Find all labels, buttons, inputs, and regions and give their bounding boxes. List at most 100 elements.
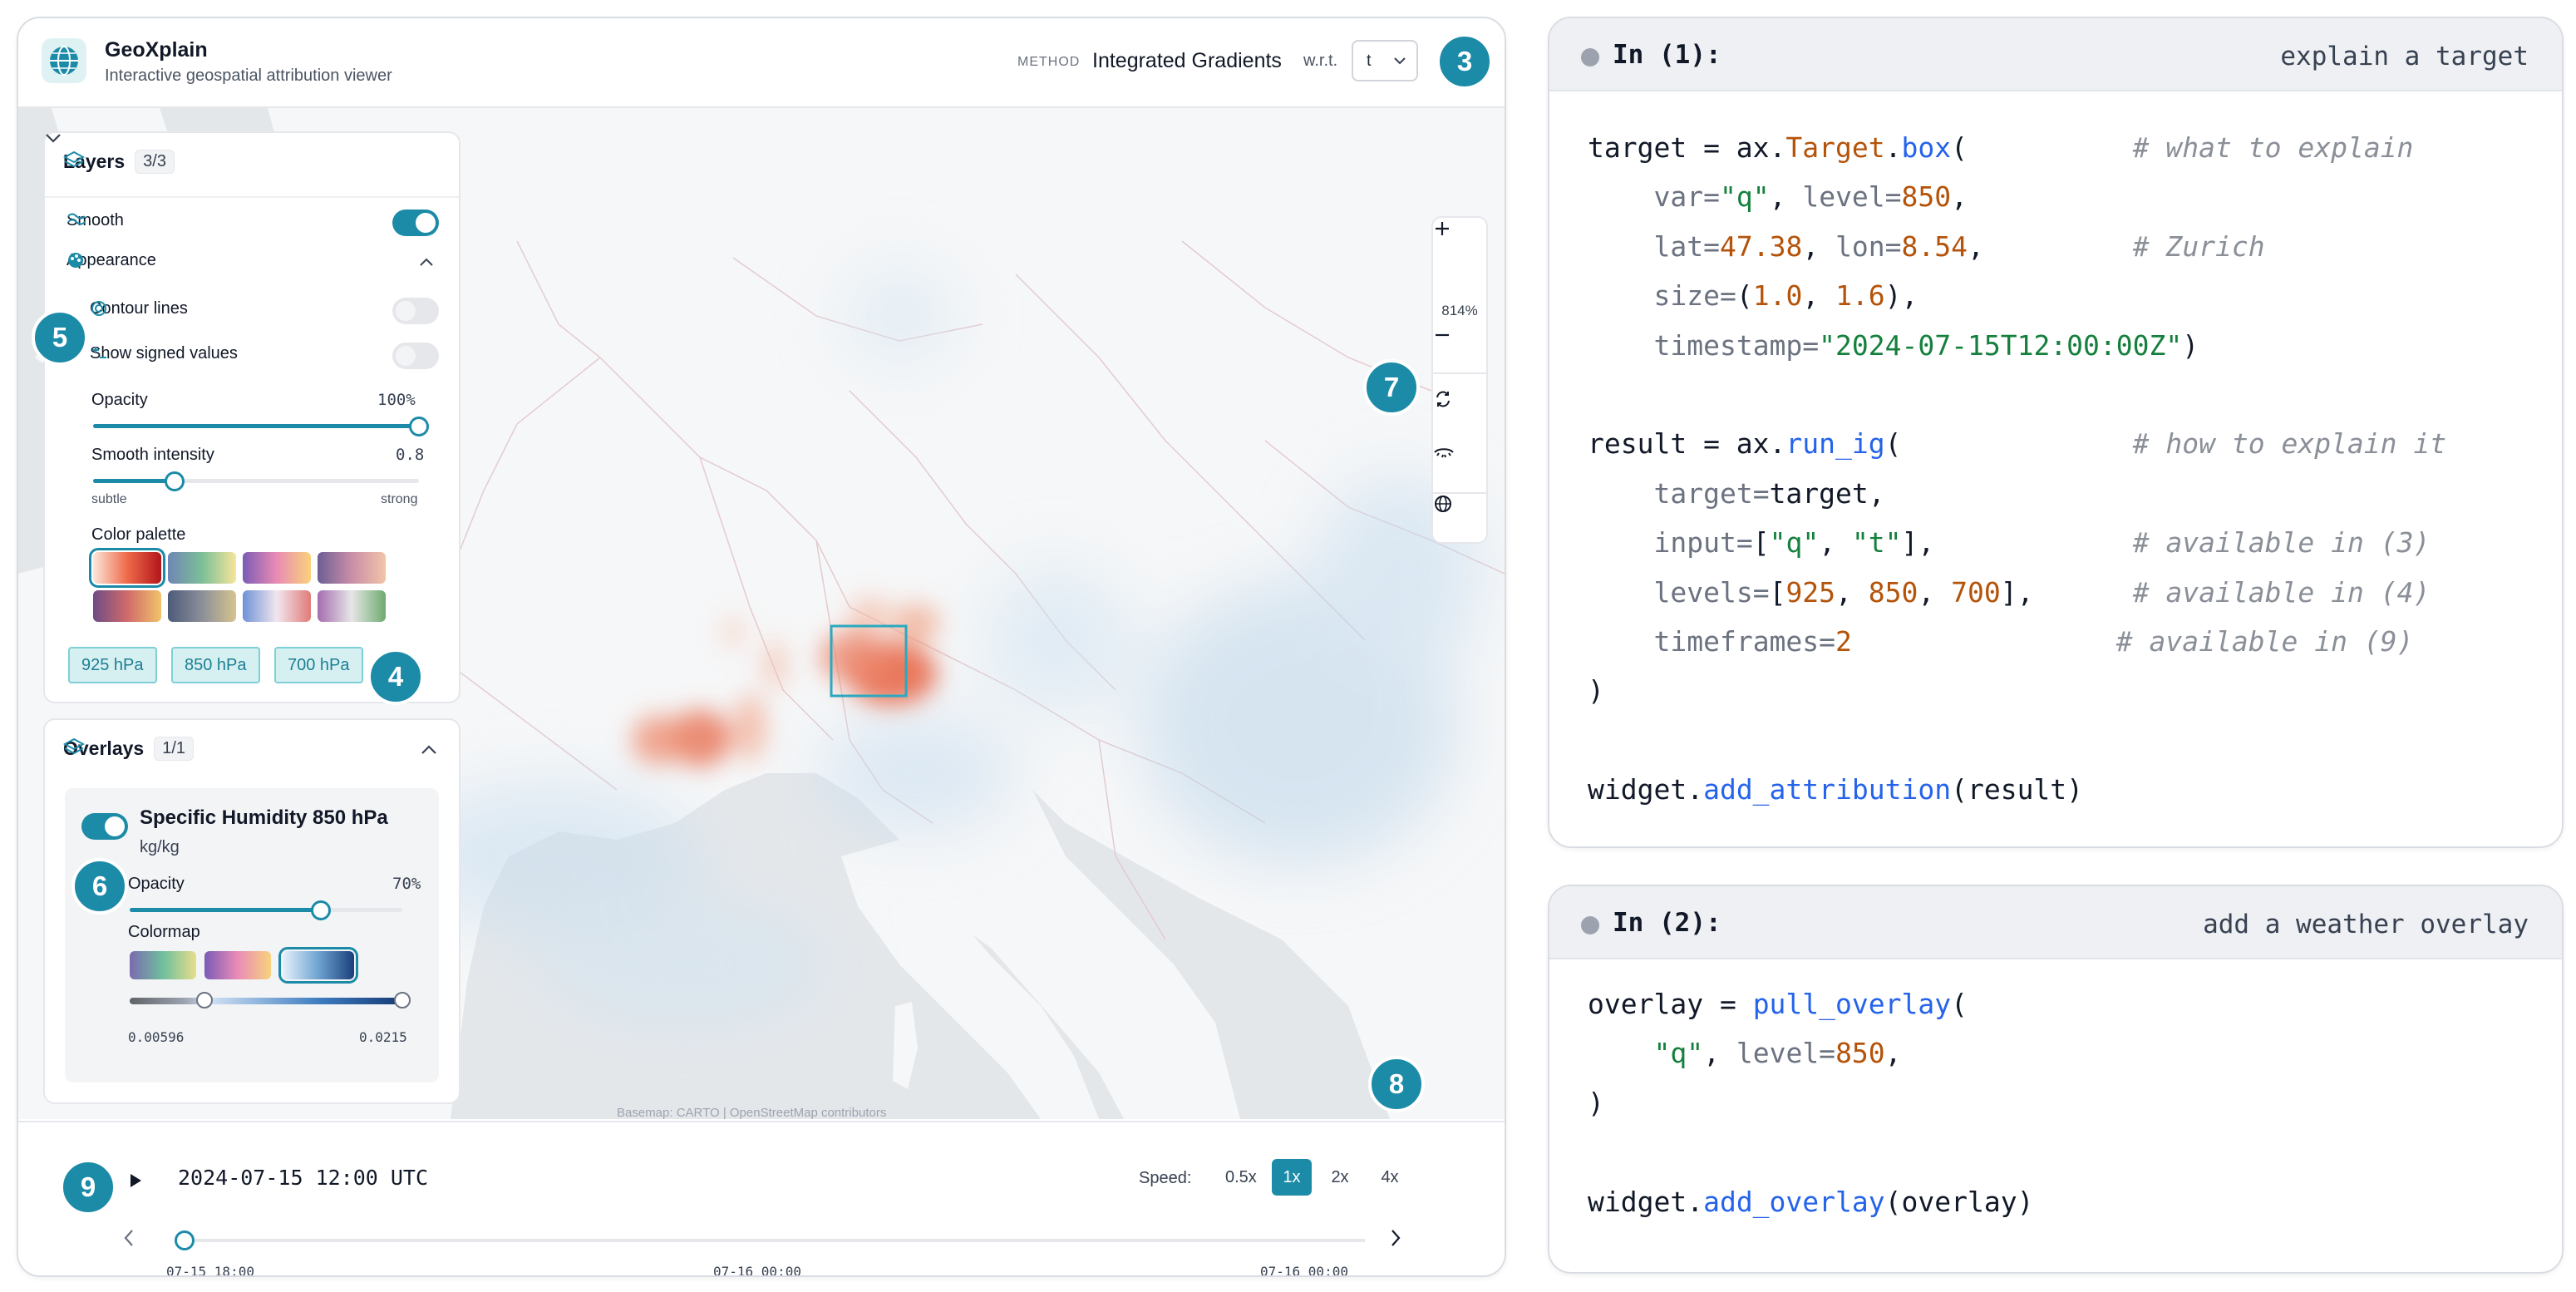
palette-swatch-prgn[interactable] (318, 590, 386, 622)
top-bar: GeoXplain Interactive geospatial attribu… (18, 18, 1505, 108)
globe-view-button[interactable] (1433, 492, 1486, 540)
opacity-slider[interactable] (93, 417, 429, 436)
chevron-down-icon (1394, 57, 1406, 65)
speed-1x[interactable]: 1x (1272, 1159, 1312, 1196)
play-icon[interactable] (128, 1172, 143, 1189)
smooth-toggle[interactable] (392, 210, 439, 236)
smooth-intensity-fill (93, 479, 175, 483)
wrt-select[interactable]: t (1352, 40, 1418, 81)
layers-count: 3/3 (135, 150, 175, 174)
level-chip-925[interactable]: 925 hPa (68, 647, 157, 683)
method-label: METHOD (1017, 55, 1081, 69)
range-min-thumb[interactable] (196, 992, 213, 1008)
palette-swatch-coolwarm[interactable] (243, 590, 311, 622)
badge-6: 6 (71, 858, 128, 915)
palette-swatch-viridis[interactable] (168, 552, 236, 584)
overlays-header[interactable]: Overlays 1/1 (63, 737, 195, 761)
badge-5: 5 (32, 309, 88, 366)
smooth-intensity-label: Smooth intensity (91, 446, 214, 464)
palette-swatch-reds[interactable] (89, 548, 165, 588)
palette-swatch-cividis[interactable] (168, 590, 236, 622)
contour-row: Contour lines (90, 299, 188, 318)
palette-swatch-inferno[interactable] (93, 590, 161, 622)
overlay-name: Specific Humidity 850 hPa (140, 806, 388, 829)
range-max-value: 0.0215 (359, 1029, 407, 1045)
cell-header: In (1): explain a target (1549, 18, 2562, 91)
subtle-label: subtle (91, 492, 127, 506)
colormap-range-slider[interactable] (130, 992, 411, 1008)
colormap-swatch-plasma[interactable] (204, 951, 271, 979)
colormap-swatch-blues[interactable] (278, 947, 358, 984)
eye-off-button[interactable] (1433, 442, 1486, 489)
timeline-track[interactable] (181, 1239, 1365, 1242)
smooth-intensity-slider[interactable] (93, 471, 419, 491)
map-attribution: Basemap: CARTO | OpenStreetMap contribut… (617, 1106, 887, 1119)
overlay-opacity-thumb[interactable] (310, 900, 331, 920)
signed-toggle[interactable] (392, 343, 439, 369)
opacity-value: 100% (377, 391, 416, 409)
cell-header: In (2): add a weather overlay (1549, 886, 2562, 959)
badge-7: 7 (1363, 359, 1420, 416)
strong-label: strong (381, 492, 418, 506)
zoom-in-button[interactable] (1433, 219, 1486, 266)
signed-row: Show signed values (90, 344, 238, 363)
range-min-value: 0.00596 (128, 1029, 185, 1045)
opacity-label: Opacity (91, 391, 148, 409)
layers-panel: Layers 3/3 Smooth Appearance Contour lin… (43, 131, 461, 703)
overlay-opacity-slider[interactable] (130, 900, 402, 920)
code-cell-1: In (1): explain a target target = ax.Tar… (1548, 17, 2564, 848)
chevron-down-icon[interactable] (45, 133, 62, 143)
appearance-row[interactable]: Appearance (66, 251, 156, 270)
timeline-tick: 07-16 00:00 (713, 1264, 801, 1277)
overlays-count: 1/1 (154, 737, 195, 761)
speed-0.5x[interactable]: 0.5x (1219, 1159, 1263, 1196)
cell-caption: explain a target (2280, 42, 2529, 72)
reset-view-button[interactable] (1433, 389, 1486, 436)
speed-2x[interactable]: 2x (1320, 1159, 1360, 1196)
cell-label: In (2): (1613, 908, 1721, 938)
range-max-thumb[interactable] (394, 992, 411, 1008)
plus-minus-icon (92, 347, 106, 358)
app-subtitle: Interactive geospatial attribution viewe… (105, 67, 392, 85)
eye-off-icon (1434, 448, 1454, 458)
badge-8: 8 (1368, 1056, 1425, 1112)
overlay-opacity-fill (130, 908, 321, 912)
speed-4x[interactable]: 4x (1370, 1159, 1410, 1196)
smooth-intensity-thumb[interactable] (165, 471, 185, 491)
chevron-up-icon[interactable] (421, 745, 437, 755)
palette-swatch-plasma[interactable] (243, 552, 311, 584)
overlay-opacity-label: Opacity (128, 875, 185, 893)
chevron-left-icon[interactable] (123, 1229, 135, 1247)
code-cell-2: In (2): add a weather overlay overlay = … (1548, 885, 2564, 1274)
smooth-row: Smooth (66, 211, 124, 230)
colormap-label: Colormap (128, 923, 200, 941)
colormap-swatch-viridis[interactable] (130, 951, 196, 979)
layers-header[interactable]: Layers 3/3 (63, 150, 175, 174)
opacity-fill (93, 424, 419, 428)
smooth-intensity-value: 0.8 (396, 446, 425, 464)
chevron-up-icon[interactable] (419, 258, 434, 267)
method-value[interactable]: Integrated Gradients (1092, 49, 1282, 73)
signed-label: Show signed values (90, 344, 238, 362)
map-view[interactable]: 814% 7 8 Basemap: CARTO | OpenStreetMap … (18, 108, 1505, 1119)
chevron-right-icon[interactable] (1390, 1229, 1401, 1247)
wrt-label: w.r.t. (1303, 52, 1338, 70)
level-chip-850[interactable]: 850 hPa (171, 647, 260, 683)
overlay-toggle[interactable] (81, 813, 128, 840)
zoom-out-button[interactable] (1433, 326, 1486, 374)
cell-caption: add a weather overlay (2203, 910, 2529, 939)
contour-toggle[interactable] (392, 298, 439, 324)
cell-status-dot (1581, 916, 1599, 934)
map-controls: 814% (1431, 216, 1488, 544)
refresh-icon (1436, 391, 1450, 407)
timeline: 9 2024-07-15 12:00 UTC Speed: 0.5x 1x 2x… (18, 1121, 1505, 1277)
level-chip-700[interactable]: 700 hPa (274, 647, 363, 683)
current-time: 2024-07-15 12:00 UTC (178, 1166, 429, 1190)
timeline-tick: 07-15 18:00 (166, 1264, 254, 1277)
contour-icon (91, 301, 106, 316)
layers-icon (63, 737, 85, 755)
palette-swatch-magma[interactable] (318, 552, 386, 584)
timeline-thumb[interactable] (175, 1230, 195, 1250)
opacity-thumb[interactable] (409, 417, 429, 436)
palette-icon (68, 253, 83, 268)
